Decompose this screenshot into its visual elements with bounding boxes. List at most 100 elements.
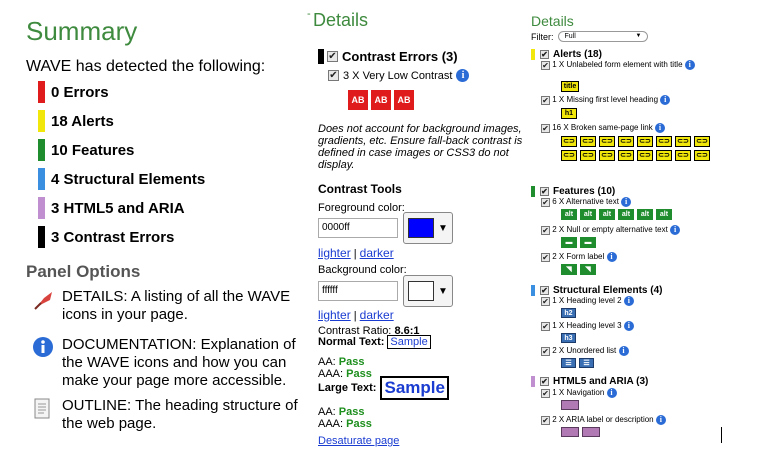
contrast-tools-title: Contrast Tools (318, 182, 402, 196)
contrast-errors-checkbox[interactable]: ✔ (327, 51, 338, 62)
list-icon[interactable]: ☰ (561, 358, 576, 368)
features-checkbox[interactable]: ✔ (540, 187, 549, 196)
info-icon (32, 336, 58, 390)
broken-link-icon[interactable]: ⊂⊃ (656, 136, 672, 147)
background-darker-link[interactable]: darker (360, 308, 394, 322)
item-checkbox[interactable]: ✔ (541, 197, 550, 207)
alt-text-item: ✔ 6 X Alternative text i (541, 197, 731, 207)
info-icon[interactable]: i (606, 252, 617, 262)
info-icon[interactable]: i (606, 388, 617, 398)
broken-link-icon[interactable]: ⊂⊃ (561, 150, 577, 161)
item-checkbox[interactable]: ✔ (541, 415, 550, 425)
documentation-option[interactable]: DOCUMENTATION: Explanation of the WAVE i… (32, 336, 302, 390)
item-checkbox[interactable]: ✔ (541, 346, 550, 356)
item-checkbox[interactable]: ✔ (541, 321, 550, 331)
item-checkbox[interactable]: ✔ (541, 296, 550, 306)
title-alert-icon[interactable]: title (561, 81, 579, 92)
item-checkbox[interactable]: ✔ (541, 60, 550, 70)
item-checkbox[interactable]: ✔ (541, 252, 550, 262)
aria-icon[interactable] (582, 427, 600, 437)
broken-link-icon[interactable]: ⊂⊃ (618, 150, 634, 161)
foreground-color-picker[interactable]: ▼ (403, 212, 453, 244)
broken-link-icon[interactable]: ⊂⊃ (656, 150, 672, 161)
foreground-darker-link[interactable]: darker (360, 246, 394, 260)
background-links: lighter | darker (318, 308, 394, 322)
html5-checkbox[interactable]: ✔ (540, 377, 549, 386)
outline-option[interactable]: OUTLINE: The heading structure of the we… (32, 397, 302, 433)
details-option[interactable]: DETAILS: A listing of all the WAVE icons… (32, 288, 302, 324)
broken-link-icon[interactable]: ⊂⊃ (637, 136, 653, 147)
form-label-icon[interactable]: ◥ (561, 264, 577, 275)
info-icon[interactable]: i (660, 95, 671, 105)
outline-option-text: OUTLINE: The heading structure of the we… (62, 397, 298, 432)
summary-color-bar (38, 226, 45, 248)
foreground-links: lighter | darker (318, 246, 394, 260)
alt-text-icon[interactable]: alt (599, 209, 615, 220)
item-checkbox[interactable]: ✔ (541, 225, 550, 235)
background-color-picker[interactable]: ▼ (403, 275, 453, 307)
alt-text-icon[interactable]: alt (561, 209, 577, 220)
aria-icon[interactable] (561, 427, 579, 437)
foreground-input[interactable]: 0000ff (318, 218, 398, 238)
broken-link-icon[interactable]: ⊂⊃ (580, 150, 596, 161)
collapse-dash[interactable]: - (307, 8, 311, 20)
null-alt-icon[interactable]: ▬ (561, 237, 577, 248)
item-checkbox[interactable]: ✔ (541, 95, 550, 105)
broken-link-icon[interactable]: ⊂⊃ (599, 136, 615, 147)
normal-text-sample: Sample (387, 335, 431, 349)
h1-alert-icon[interactable]: h1 (561, 108, 577, 119)
null-alt-icon[interactable]: ▬ (580, 237, 596, 248)
background-input[interactable]: ffffff (318, 281, 398, 301)
contrast-error-icon[interactable]: AB (348, 90, 368, 110)
link-separator: | (353, 310, 357, 322)
alt-text-icon[interactable]: alt (656, 209, 672, 220)
background-lighter-link[interactable]: lighter (318, 308, 351, 322)
info-icon[interactable]: i (621, 197, 632, 207)
desaturate-link[interactable]: Desaturate page (318, 435, 399, 447)
broken-link-icon[interactable]: ⊂⊃ (694, 150, 710, 161)
info-icon[interactable]: i (623, 296, 634, 306)
large-aa: AA: Pass (318, 406, 365, 418)
broken-link-icon[interactable]: ⊂⊃ (675, 136, 691, 147)
broken-link-icon[interactable]: ⊂⊃ (599, 150, 615, 161)
info-icon[interactable]: i (670, 225, 681, 235)
info-icon[interactable]: i (654, 123, 665, 133)
info-icon[interactable]: i (655, 415, 666, 425)
aria-item: ✔ 2 X ARIA label or description i (541, 415, 731, 425)
summary-color-bar (38, 139, 45, 161)
broken-link-icon[interactable]: ⊂⊃ (637, 150, 653, 161)
broken-link-icon[interactable]: ⊂⊃ (580, 136, 596, 147)
html5-category: ✔ HTML5 and ARIA (3) (531, 376, 648, 387)
aa-label: AA: (318, 356, 336, 368)
contrast-errors-label: Contrast Errors (3) (342, 49, 458, 64)
filter-select[interactable]: Full ▼ (557, 31, 648, 42)
foreground-lighter-link[interactable]: lighter (318, 246, 351, 260)
info-icon[interactable]: i (456, 69, 470, 82)
h2-icon[interactable]: h2 (561, 308, 576, 318)
document-icon (32, 397, 58, 433)
form-label-icon[interactable]: ◥ (580, 264, 596, 275)
broken-link-icon[interactable]: ⊂⊃ (675, 150, 691, 161)
alt-text-icon[interactable]: alt (618, 209, 634, 220)
very-low-contrast-checkbox[interactable]: ✔ (328, 70, 339, 81)
alt-text-icon[interactable]: alt (580, 209, 596, 220)
navigation-icon[interactable] (561, 400, 579, 410)
info-icon[interactable]: i (618, 346, 629, 356)
broken-link-item: ✔ 16 X Broken same-page link i (541, 123, 731, 133)
info-icon[interactable]: i (684, 60, 695, 70)
contrast-error-icon[interactable]: AB (394, 90, 414, 110)
broken-link-icon[interactable]: ⊂⊃ (694, 136, 710, 147)
info-icon[interactable]: i (623, 321, 634, 331)
item-checkbox[interactable]: ✔ (541, 388, 550, 398)
alt-text-icon[interactable]: alt (637, 209, 653, 220)
structural-checkbox[interactable]: ✔ (540, 286, 549, 295)
contrast-error-icon[interactable]: AB (371, 90, 391, 110)
list-icon[interactable]: ☰ (579, 358, 594, 368)
h1-icons: h1 (561, 108, 577, 119)
broken-link-icon[interactable]: ⊂⊃ (561, 136, 577, 147)
alerts-checkbox[interactable]: ✔ (540, 50, 549, 59)
h3-icon[interactable]: h3 (561, 333, 576, 343)
broken-link-icon[interactable]: ⊂⊃ (618, 136, 634, 147)
summary-row-label: 10 Features (51, 141, 135, 159)
item-checkbox[interactable]: ✔ (541, 123, 550, 133)
